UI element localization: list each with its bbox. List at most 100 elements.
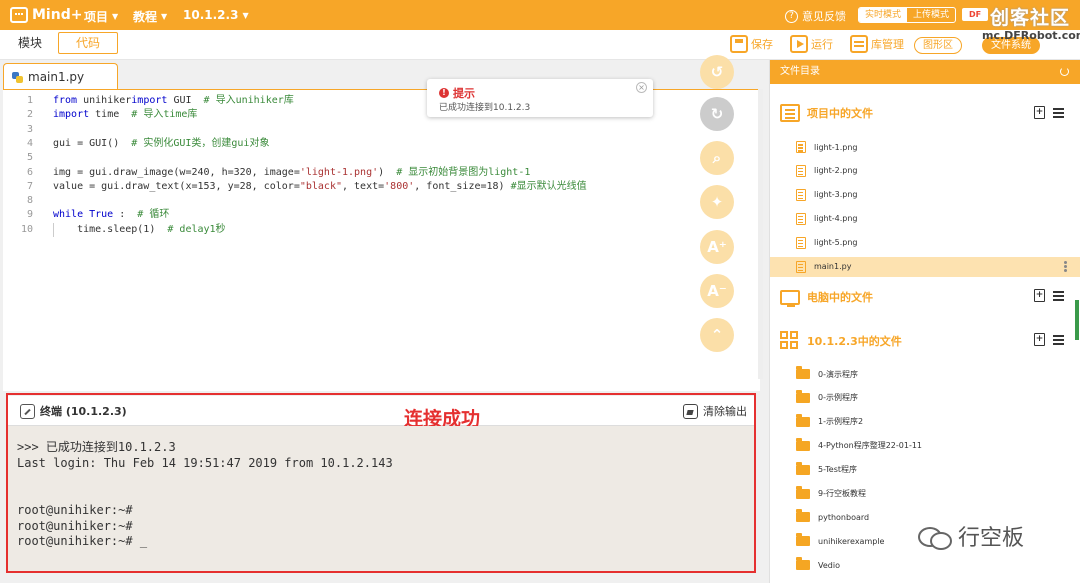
menu-project[interactable]: 项目 ▼ <box>84 8 118 25</box>
file-icon <box>796 212 806 225</box>
menu-tutorial[interactable]: 教程 ▼ <box>133 8 167 25</box>
scroll-top-button[interactable]: ⌃ <box>700 318 734 352</box>
monitor-icon <box>780 289 800 307</box>
mode-upload[interactable]: 上传模式 <box>907 8 955 22</box>
menu-icon[interactable] <box>1053 294 1064 297</box>
clear-output-button[interactable]: 清除输出 <box>683 403 747 419</box>
folder-name: Vedio <box>818 560 840 570</box>
device-folder-item[interactable]: 9-行空板教程 <box>770 484 1080 504</box>
file-name: light-4.png <box>814 214 858 224</box>
library-label: 库管理 <box>871 38 904 51</box>
line-number: 2 <box>26 109 33 121</box>
file-icon <box>796 236 806 249</box>
top-bar: Mind+ 项目 ▼ 教程 ▼ 10.1.2.3 ▼ ? 意见反馈 实时模式 上… <box>0 0 1080 30</box>
project-file-item[interactable]: light-4.png <box>770 209 1080 229</box>
folder-icon <box>796 461 810 475</box>
run-button[interactable]: 运行 <box>790 35 833 53</box>
more-vertical-icon[interactable] <box>1064 260 1067 264</box>
add-file-icon[interactable]: + <box>1034 289 1045 302</box>
code-line: 3 <box>3 123 703 137</box>
menu-tutorial-label: 教程 <box>133 10 158 24</box>
project-file-item[interactable]: light-3.png <box>770 185 1080 205</box>
terminal-line: root@unihiker:~# <box>17 518 133 533</box>
chevron-down-icon: ▼ <box>242 10 249 20</box>
chevron-down-icon: ▼ <box>161 12 168 21</box>
add-file-icon[interactable]: + <box>1034 106 1045 119</box>
close-icon[interactable]: × <box>636 82 647 93</box>
code-editor[interactable]: 1 from unihikerimport GUI # 导入unihiker库 2 i… <box>3 89 760 391</box>
redo-button[interactable]: ↻ <box>700 97 734 131</box>
device-folder-item[interactable]: 0-演示程序 <box>770 364 1080 384</box>
mode-switch[interactable]: 实时模式 上传模式 <box>858 7 957 23</box>
device-folder-item[interactable]: 5-Test程序 <box>770 460 1080 480</box>
feedback-label: 意见反馈 <box>802 10 846 23</box>
terminal-title-text: 终端 (10.1.2.3) <box>40 405 127 418</box>
menu-icon[interactable] <box>1053 338 1064 341</box>
undo-button[interactable]: ↺ <box>700 55 734 89</box>
section-project-files[interactable]: 项目中的文件 <box>780 104 873 122</box>
file-icon <box>796 260 806 273</box>
feedback-button[interactable]: ? 意见反馈 <box>785 8 846 24</box>
device-folder-item[interactable]: Vedio <box>770 555 1080 575</box>
file-icon <box>796 188 806 201</box>
format-button[interactable]: ✦ <box>700 185 734 219</box>
terminal-line: Last login: Thu Feb 14 19:51:47 2019 fro… <box>17 455 393 470</box>
code-text: value = gui.draw_text(x=153, y=28, color… <box>53 180 587 192</box>
file-panel-title: 文件目录 <box>780 66 820 77</box>
font-decrease-icon: A⁻ <box>707 282 727 300</box>
code-text: gui = GUI() # 实例化GUI类，创建gui对象 <box>53 137 270 149</box>
tab-code[interactable]: 代码 <box>58 32 118 54</box>
project-file-item[interactable]: light-2.png <box>770 161 1080 181</box>
device-folder-item[interactable]: 1-示例程序2 <box>770 412 1080 432</box>
library-button[interactable]: 库管理 <box>850 35 904 53</box>
section-pc-files[interactable]: 电脑中的文件 <box>780 289 873 307</box>
folder-icon <box>796 485 810 499</box>
code-line: 9 while True : # 循环 <box>3 208 703 222</box>
menu-device[interactable]: 10.1.2.3 ▼ <box>183 8 249 22</box>
project-file-item[interactable]: light-1.png <box>770 137 1080 157</box>
project-file-item[interactable]: light-5.png <box>770 233 1080 253</box>
section-pc-label: 电脑中的文件 <box>807 291 873 304</box>
file-icon <box>796 164 806 177</box>
file-name: light-1.png <box>814 142 858 152</box>
file-tab-label: main1.py <box>28 70 85 84</box>
font-increase-button[interactable]: A⁺ <box>700 230 734 264</box>
search-button[interactable]: ⌕ <box>700 141 734 175</box>
refresh-icon[interactable] <box>1060 67 1069 76</box>
chevron-down-icon: ▼ <box>112 12 119 21</box>
save-icon <box>730 35 748 53</box>
save-button[interactable]: 保存 <box>730 35 773 53</box>
section-device-files[interactable]: 10.1.2.3中的文件 <box>780 331 902 351</box>
font-decrease-button[interactable]: A⁻ <box>700 274 734 308</box>
mode-realtime[interactable]: 实时模式 <box>859 8 908 22</box>
folder-icon <box>796 366 810 379</box>
play-icon <box>790 35 808 53</box>
terminal-output[interactable]: >>> 已成功连接到10.1.2.3 Last login: Thu Feb 14… <box>8 426 756 571</box>
menu-icon[interactable] <box>1053 111 1064 114</box>
device-folder-item[interactable]: 0-示例程序 <box>770 388 1080 408</box>
device-folder-item[interactable]: 4-Python程序整理22-01-11 <box>770 436 1080 456</box>
project-file-item[interactable]: main1.py <box>770 256 1080 277</box>
wechat-watermark: 行空板 <box>918 520 1024 552</box>
wechat-icon <box>918 525 952 550</box>
toast-title-text: 提示 <box>453 87 475 100</box>
app-logo[interactable]: Mind+ <box>10 5 82 25</box>
graphics-area-button[interactable]: 图形区 <box>914 37 962 54</box>
folder-name: 9-行空板教程 <box>818 489 866 498</box>
watermark-text: 行空板 <box>958 526 1025 551</box>
undo-icon: ↺ <box>710 63 724 81</box>
line-number: 9 <box>26 209 33 221</box>
terminal-line: >>> 已成功连接到10.1.2.3 <box>17 440 176 454</box>
folder-icon <box>796 389 810 403</box>
terminal-header: 终端 (10.1.2.3) 清除输出 <box>8 396 756 426</box>
python-file-icon <box>12 71 23 83</box>
folder-name: pythonboard <box>818 512 870 522</box>
add-file-icon[interactable]: + <box>1034 333 1045 346</box>
folder-name: 0-演示程序 <box>818 369 858 379</box>
panel-scrollbar[interactable] <box>1075 300 1079 340</box>
file-tab-main1[interactable]: main1.py <box>3 63 118 90</box>
tab-blocks[interactable]: 模块 <box>0 32 60 54</box>
editor-scrollbar[interactable] <box>758 89 763 379</box>
dfrobot-logo: DF <box>962 8 988 21</box>
menu-project-label: 项目 <box>84 10 109 24</box>
